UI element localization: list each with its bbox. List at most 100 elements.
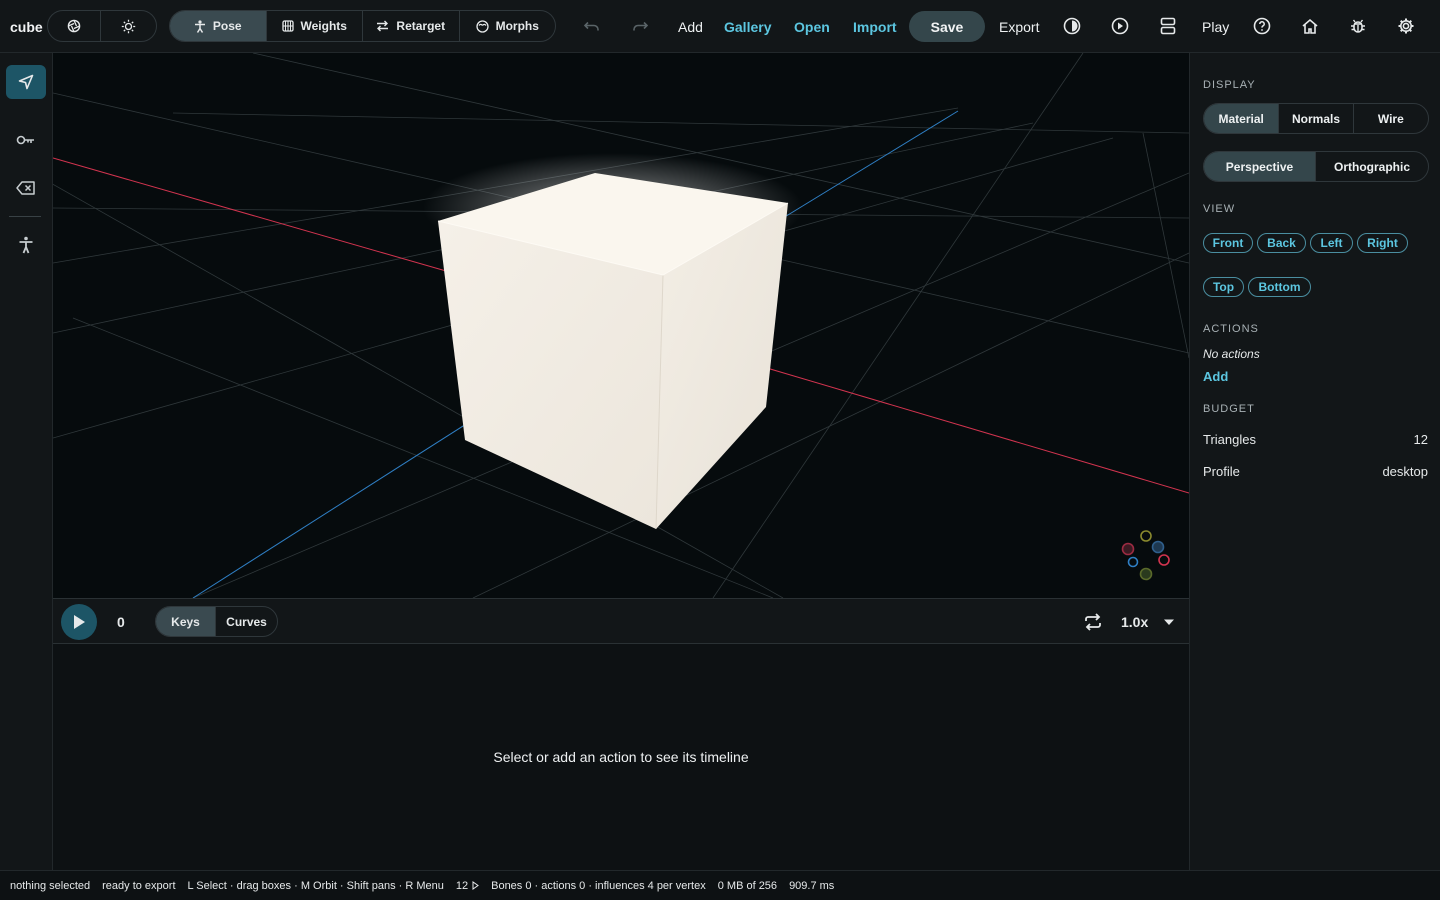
undo-button[interactable] <box>580 14 604 38</box>
view-top-button[interactable]: Top <box>1203 277 1244 297</box>
select-tool[interactable] <box>6 65 46 99</box>
timeline-mode-tabs: Keys Curves <box>155 606 278 637</box>
play-circle-icon <box>1111 17 1129 35</box>
keyframe-tool[interactable] <box>6 123 46 157</box>
open-button[interactable]: Open <box>794 0 830 53</box>
shading-normals[interactable]: Normals <box>1279 104 1354 133</box>
budget-profile-label: Profile <box>1203 464 1240 479</box>
debug-button[interactable] <box>1346 14 1370 38</box>
layout-button[interactable] <box>1156 14 1180 38</box>
budget-triangles-label: Triangles <box>1203 432 1256 447</box>
tab-pose[interactable]: Pose <box>170 11 267 41</box>
play-icon <box>74 615 85 629</box>
gallery-button[interactable]: Gallery <box>724 0 771 53</box>
actions-heading: ACTIONS <box>1203 323 1259 335</box>
tab-curves[interactable]: Curves <box>216 607 277 636</box>
accessibility-tool[interactable] <box>6 228 46 262</box>
export-button[interactable]: Export <box>999 0 1039 53</box>
axis-gizmo[interactable] <box>1121 530 1170 581</box>
status-bar: nothing selected ready to export L Selec… <box>0 870 1440 900</box>
cube-mesh[interactable] <box>423 153 803 530</box>
redo-button[interactable] <box>628 14 652 38</box>
timeline-area[interactable]: Select or add an action to see its timel… <box>53 644 1189 870</box>
chevron-down-icon <box>1164 619 1174 625</box>
lighting-toggle[interactable] <box>101 11 156 41</box>
contrast-icon <box>1063 17 1081 35</box>
preview-play-button[interactable] <box>1108 14 1132 38</box>
triangle-icon <box>472 881 479 890</box>
budget-heading: BUDGET <box>1203 403 1255 415</box>
add-button[interactable]: Add <box>678 0 703 53</box>
accessibility-icon <box>19 236 33 254</box>
playback-speed[interactable]: 1.0x <box>1121 599 1148 645</box>
status-triangle-count: 12 <box>455 879 469 892</box>
tab-pose-label: Pose <box>212 19 242 33</box>
help-icon <box>1253 17 1271 35</box>
tab-retarget[interactable]: Retarget <box>363 11 460 41</box>
view-back-button[interactable]: Back <box>1257 233 1306 253</box>
loop-button[interactable] <box>1081 610 1105 634</box>
scene-canvas <box>53 53 1189 598</box>
top-bar: cube Pose Weights Retarget Morphs Add Ga… <box>0 0 1440 53</box>
view-front-button[interactable]: Front <box>1203 233 1253 253</box>
tab-keys[interactable]: Keys <box>156 607 217 636</box>
home-button[interactable] <box>1298 14 1322 38</box>
play-button[interactable]: Play <box>1202 0 1229 53</box>
clear-tool[interactable] <box>6 171 46 205</box>
status-timing: 909.7 ms <box>789 879 835 892</box>
tab-retarget-label: Retarget <box>396 19 446 33</box>
view-bottom-button[interactable]: Bottom <box>1248 277 1311 297</box>
sun-icon <box>121 19 136 33</box>
backspace-icon <box>16 181 35 195</box>
gear-icon <box>1398 18 1414 34</box>
toolbar-divider <box>9 216 41 217</box>
view-heading: VIEW <box>1203 203 1236 215</box>
view-left-button[interactable]: Left <box>1310 233 1353 253</box>
view-right-button[interactable]: Right <box>1357 233 1408 253</box>
aperture-toggle[interactable] <box>48 11 102 41</box>
figure-icon <box>194 19 205 33</box>
shading-toggle: Material Normals Wire <box>1203 103 1429 134</box>
x-axis-front <box>722 354 1189 494</box>
help-button[interactable] <box>1250 14 1274 38</box>
projection-orthographic[interactable]: Orthographic <box>1316 152 1428 181</box>
status-export: ready to export <box>102 879 176 892</box>
bug-icon <box>1351 19 1365 33</box>
timeline-empty-message: Select or add an action to see its timel… <box>493 749 749 765</box>
status-memory: 0 MB of 256 <box>717 879 778 892</box>
current-frame[interactable]: 0 <box>117 599 125 645</box>
loop-icon <box>1085 613 1101 631</box>
add-action-button[interactable]: Add <box>1203 369 1228 384</box>
import-button[interactable]: Import <box>853 0 897 53</box>
speed-dropdown[interactable] <box>1157 610 1181 634</box>
timeline-play-button[interactable] <box>61 604 97 640</box>
layout-icon <box>1160 17 1176 35</box>
face-icon <box>475 19 489 33</box>
status-hints: L Select · drag boxes · M Orbit · Shift … <box>187 879 444 892</box>
aperture-icon <box>67 19 81 33</box>
grid-icon <box>281 20 294 32</box>
left-toolbar <box>0 53 53 870</box>
undo-icon <box>583 21 599 31</box>
home-icon <box>1302 18 1318 34</box>
projection-toggle: Perspective Orthographic <box>1203 151 1429 182</box>
x-axis-back <box>53 157 454 274</box>
properties-panel: DISPLAY Material Normals Wire Perspectiv… <box>1189 53 1440 870</box>
status-triangles: 12 <box>456 880 479 892</box>
contrast-button[interactable] <box>1060 14 1084 38</box>
settings-button[interactable] <box>1394 14 1418 38</box>
budget-triangles-value: 12 <box>1413 432 1428 447</box>
tab-weights[interactable]: Weights <box>267 11 363 41</box>
timeline-toolbar: 0 Keys Curves 1.0x <box>53 598 1189 644</box>
save-button[interactable]: Save <box>909 11 985 42</box>
viewport-toggle-group <box>47 10 157 42</box>
tab-morphs-label: Morphs <box>495 19 539 33</box>
projection-perspective[interactable]: Perspective <box>1204 152 1316 181</box>
3d-viewport[interactable] <box>53 53 1189 598</box>
mode-tabs: Pose Weights Retarget Morphs <box>169 10 556 42</box>
shading-wire[interactable]: Wire <box>1354 104 1428 133</box>
tab-morphs[interactable]: Morphs <box>460 11 556 41</box>
shading-material[interactable]: Material <box>1204 104 1280 133</box>
budget-profile-value: desktop <box>1382 464 1428 479</box>
swap-icon <box>377 20 389 32</box>
